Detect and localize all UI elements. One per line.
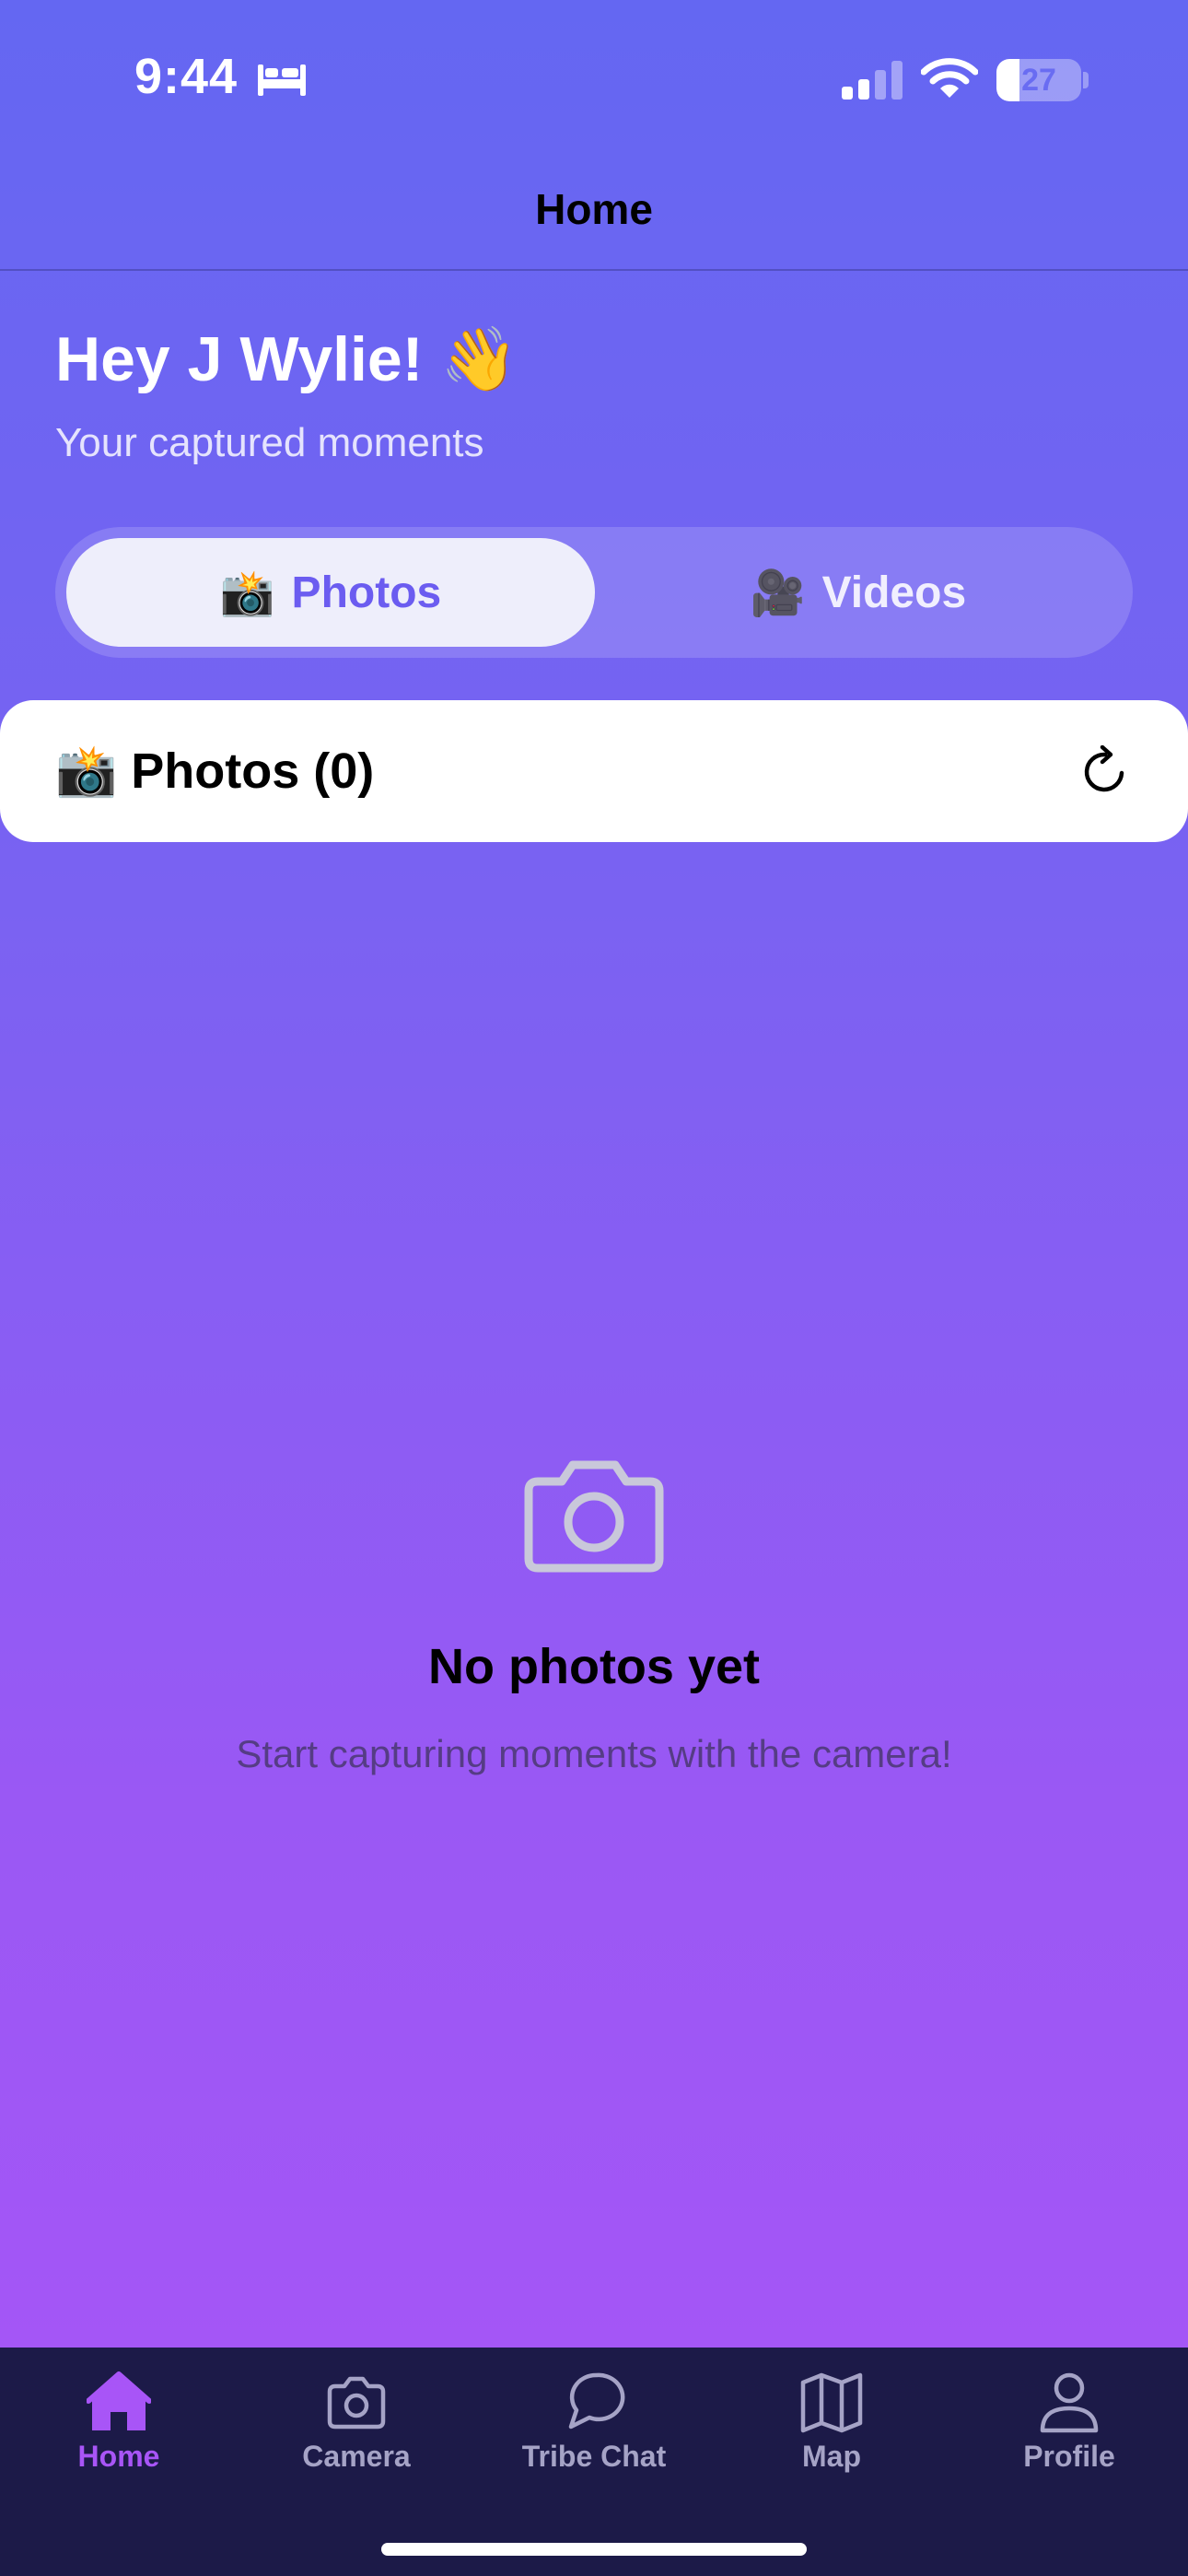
camera-flash-icon: 📸	[219, 567, 275, 619]
photos-section-title: 📸 Photos (0)	[55, 744, 375, 799]
battery-percent: 27	[1021, 63, 1056, 98]
page-title: Home	[535, 185, 653, 233]
home-icon	[87, 2371, 151, 2430]
greeting-subtitle: Your captured moments	[55, 420, 484, 465]
signal-icon	[842, 61, 903, 100]
tab-home[interactable]: Home	[0, 2348, 238, 2495]
photos-tab-button[interactable]: 📸 Photos	[66, 538, 595, 647]
map-icon	[800, 2372, 863, 2433]
nav-divider	[0, 269, 1188, 271]
refresh-button[interactable]	[1076, 741, 1135, 800]
tab-map-label: Map	[802, 2440, 861, 2473]
tab-profile-label: Profile	[1023, 2440, 1115, 2473]
empty-state-title: No photos yet	[428, 1639, 760, 1694]
tab-camera-label: Camera	[302, 2440, 411, 2473]
tab-home-label: Home	[77, 2440, 160, 2473]
photos-tab-label: Photos	[291, 568, 442, 617]
refresh-icon	[1084, 745, 1124, 792]
chat-bubble-icon	[568, 2372, 625, 2430]
camera-icon	[327, 2376, 386, 2430]
tab-map[interactable]: Map	[713, 2348, 950, 2495]
battery-nub	[1083, 72, 1089, 88]
empty-state-subtitle: Start capturing moments with the camera!	[236, 1732, 952, 1775]
photos-section-header: 📸 Photos (0)	[0, 700, 1188, 842]
videos-tab-button[interactable]: 🎥 Videos	[595, 538, 1122, 647]
bottom-tab-bar: Home Camera Tribe Chat Map Profile	[0, 2348, 1188, 2576]
videos-tab-label: Videos	[821, 568, 967, 617]
video-camera-icon: 🎥	[750, 567, 806, 619]
home-indicator	[381, 2543, 807, 2556]
tab-profile[interactable]: Profile	[950, 2348, 1188, 2495]
wifi-icon	[921, 58, 978, 98]
tab-camera[interactable]: Camera	[238, 2348, 475, 2495]
bed-icon	[258, 64, 306, 96]
tab-tribe-chat[interactable]: Tribe Chat	[475, 2348, 713, 2495]
tab-tribe-chat-label: Tribe Chat	[521, 2440, 667, 2473]
camera-icon	[524, 1460, 664, 1573]
battery-icon: 27	[996, 59, 1081, 101]
greeting-title: Hey J Wylie! 👋	[55, 324, 518, 394]
media-segmented-control: 📸 Photos 🎥 Videos	[55, 527, 1133, 658]
person-icon	[1040, 2372, 1099, 2433]
status-bar: 9:44 27	[0, 0, 1188, 157]
status-time: 9:44	[134, 49, 239, 104]
